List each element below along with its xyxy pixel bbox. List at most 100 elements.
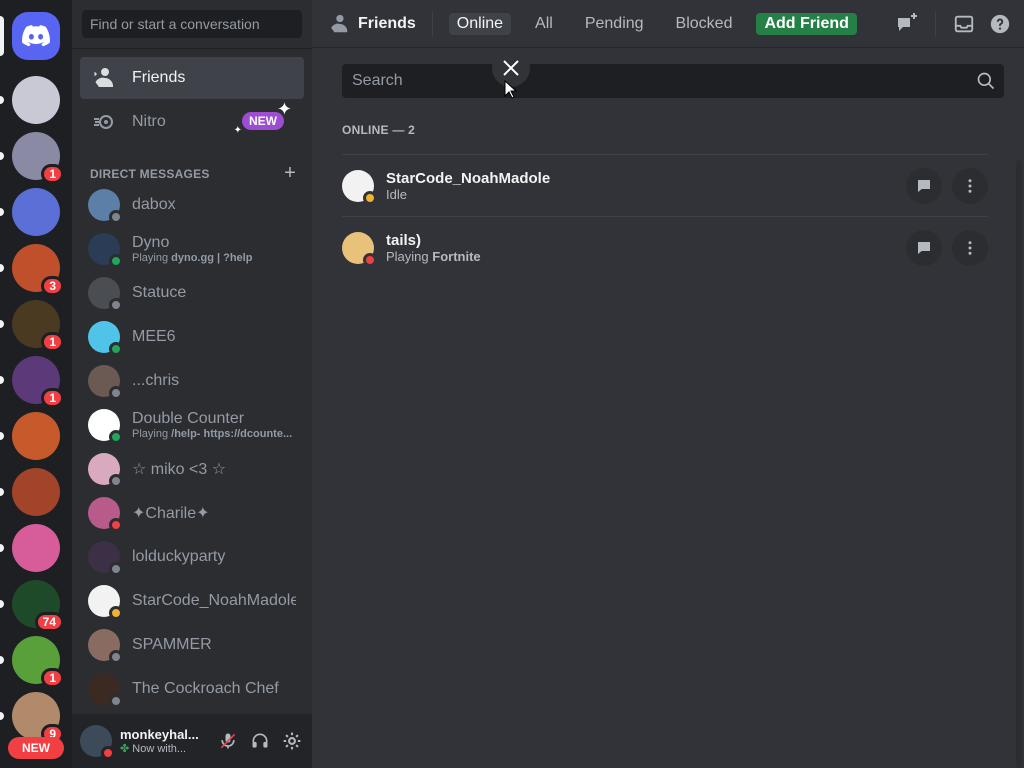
dm-name: ...chris bbox=[132, 372, 180, 389]
server-icon[interactable] bbox=[12, 188, 60, 236]
status-indicator bbox=[109, 606, 123, 620]
status-detail: Fortnite bbox=[432, 248, 481, 264]
avatar[interactable] bbox=[80, 725, 115, 760]
server-icon[interactable] bbox=[12, 76, 60, 124]
user-info[interactable]: monkeyhal... ✤ Now with... bbox=[120, 727, 204, 755]
unread-indicator bbox=[0, 488, 4, 496]
friend-info: StarCode_NoahMadole Idle bbox=[386, 170, 550, 202]
more-options-button[interactable] bbox=[952, 167, 988, 204]
friend-name: StarCode_NoahMadole bbox=[386, 169, 551, 187]
username: monkeyhal... bbox=[120, 727, 199, 742]
mention-badge: 74 bbox=[34, 612, 64, 632]
avatar bbox=[88, 365, 123, 400]
dm-name: Double Counter bbox=[132, 410, 245, 427]
server-icon[interactable] bbox=[12, 412, 60, 460]
dm-text: StarCode_NoahMadole bbox=[132, 592, 296, 610]
dm-name: ✦Charile✦ bbox=[132, 505, 210, 522]
help-icon bbox=[990, 14, 1010, 34]
home-indicator bbox=[0, 16, 4, 56]
more-options-button[interactable] bbox=[952, 229, 988, 266]
chat-bubble-icon bbox=[918, 241, 930, 254]
scrollbar[interactable] bbox=[1016, 160, 1022, 768]
dm-text: Double Counter Playing /help- https://dco… bbox=[132, 410, 296, 440]
more-vertical-icon bbox=[968, 178, 972, 193]
dm-item[interactable]: ✦Charile✦ bbox=[80, 492, 304, 534]
dm-item[interactable]: Double Counter Playing /help- https://dco… bbox=[80, 404, 304, 446]
unread-indicator bbox=[0, 208, 4, 216]
message-button[interactable] bbox=[906, 229, 942, 266]
tab-online[interactable]: Online bbox=[448, 12, 512, 35]
friend-row[interactable]: StarCode_NoahMadole Idle bbox=[342, 154, 988, 216]
dm-item[interactable]: Dyno Playing dyno.gg | ?help bbox=[80, 228, 304, 270]
dm-activity: Playing /help- https://dcounte... bbox=[132, 428, 296, 440]
dm-text: ☆ miko <3 ☆ bbox=[132, 459, 296, 479]
dm-text: ...chris bbox=[132, 372, 296, 390]
dm-item[interactable]: MEE6 bbox=[80, 316, 304, 358]
status-prefix: Playing bbox=[386, 248, 433, 264]
status-indicator bbox=[109, 474, 123, 488]
unread-indicator bbox=[0, 432, 4, 440]
sparkle-icon: ✦ bbox=[233, 125, 242, 136]
add-friend-button[interactable]: Add Friend bbox=[756, 12, 857, 35]
dm-item[interactable]: The Cockroach Chef bbox=[80, 668, 304, 710]
divider bbox=[935, 12, 936, 36]
settings-button[interactable] bbox=[280, 729, 304, 753]
friend-status: Playing Fortnite bbox=[386, 249, 481, 264]
server-icon[interactable] bbox=[12, 468, 60, 516]
friend-actions bbox=[906, 229, 988, 266]
activity-detail: dyno.gg | ?help bbox=[171, 252, 253, 264]
server-icon[interactable]: 1 bbox=[12, 636, 64, 688]
header-toolbar bbox=[895, 12, 1012, 36]
dm-item[interactable]: SPAMMER bbox=[80, 624, 304, 666]
tab-all[interactable]: All bbox=[527, 13, 561, 35]
create-dm-icon[interactable]: + bbox=[284, 162, 296, 185]
inbox-icon bbox=[954, 15, 974, 33]
nav-nitro[interactable]: Nitro NEW ✦ ✦ bbox=[80, 99, 304, 143]
tab-blocked[interactable]: Blocked bbox=[668, 13, 741, 35]
tab-pending[interactable]: Pending bbox=[577, 13, 652, 35]
server-icon[interactable]: 74 bbox=[12, 580, 64, 632]
status-indicator bbox=[109, 694, 123, 708]
status-prefix: Idle bbox=[386, 186, 407, 202]
new-group-dm-icon bbox=[898, 13, 917, 31]
divider bbox=[431, 11, 433, 36]
dm-item[interactable]: ☆ miko <3 ☆ bbox=[80, 448, 304, 490]
unread-indicator bbox=[0, 152, 4, 160]
find-conversation-button[interactable]: Find or start a conversation bbox=[82, 10, 302, 38]
new-unreads-badge[interactable]: NEW bbox=[8, 737, 64, 759]
home-button[interactable] bbox=[12, 12, 60, 60]
new-group-dm-button[interactable] bbox=[895, 12, 919, 36]
friend-search-input[interactable] bbox=[342, 64, 1004, 98]
unread-indicator bbox=[0, 320, 4, 328]
online-count-label: ONLINE — 2 bbox=[342, 123, 416, 137]
mute-button[interactable] bbox=[216, 729, 240, 753]
dm-item[interactable]: Statuce bbox=[80, 272, 304, 314]
server-icon[interactable]: 1 bbox=[12, 132, 64, 184]
dm-item[interactable]: StarCode_NoahMadole bbox=[80, 580, 304, 622]
status-indicator bbox=[109, 650, 123, 664]
status-indicator bbox=[109, 210, 123, 224]
friends-icon bbox=[94, 68, 113, 87]
inbox-button[interactable] bbox=[952, 12, 976, 36]
message-button[interactable] bbox=[906, 167, 942, 204]
direct-messages-label: DIRECT MESSAGES bbox=[90, 166, 210, 181]
status-indicator bbox=[109, 298, 123, 312]
discord-app: 1 3 1 1 74 1 9 NEW Find or start a conversatio… bbox=[0, 0, 1024, 768]
help-button[interactable] bbox=[988, 12, 1012, 36]
server-icon[interactable] bbox=[12, 524, 60, 572]
dm-item[interactable]: ...chris bbox=[80, 360, 304, 402]
unread-indicator bbox=[0, 544, 4, 552]
server-icon[interactable]: 1 bbox=[12, 356, 64, 408]
dm-item[interactable]: dabox bbox=[80, 184, 304, 226]
server-icon[interactable]: 3 bbox=[12, 244, 64, 296]
friend-row[interactable]: tails) Playing Fortnite bbox=[342, 216, 988, 278]
dm-item[interactable]: lolduckyparty bbox=[80, 536, 304, 578]
dm-name: MEE6 bbox=[132, 328, 176, 345]
nav-friends[interactable]: Friends bbox=[80, 57, 304, 99]
friends-header: Friends Online All Pending Blocked Add F… bbox=[312, 0, 1024, 48]
server-icon[interactable]: 9 bbox=[12, 692, 64, 744]
page-title-text: Friends bbox=[358, 14, 416, 32]
status-indicator bbox=[109, 254, 123, 268]
deafen-button[interactable] bbox=[248, 729, 272, 753]
server-icon[interactable]: 1 bbox=[12, 300, 64, 352]
